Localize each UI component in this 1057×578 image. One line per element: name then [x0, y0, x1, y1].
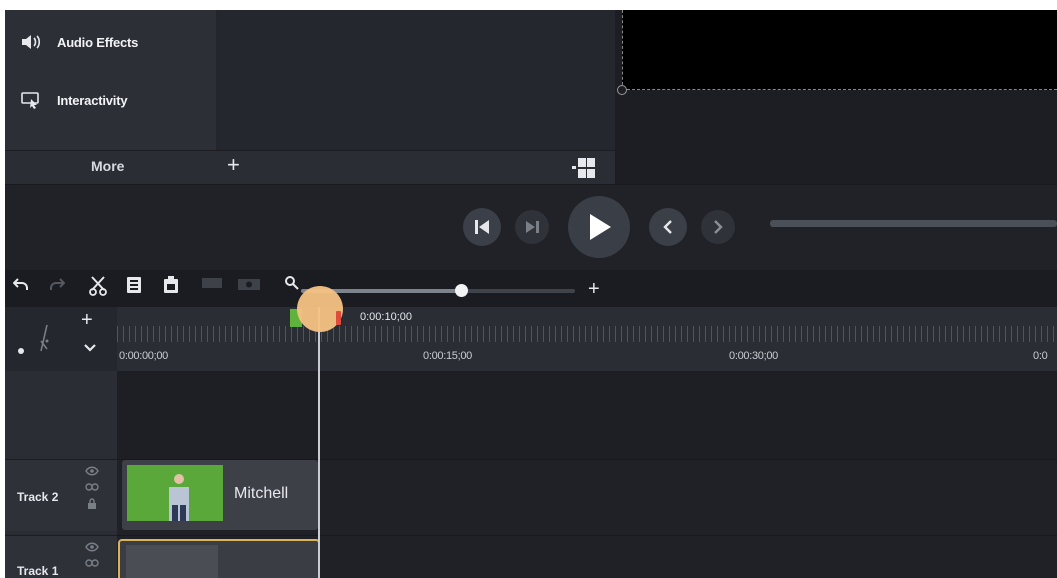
step-back-button[interactable]	[463, 208, 501, 246]
split-icon[interactable]	[201, 276, 223, 290]
more-button[interactable]: More	[91, 158, 124, 174]
eye-icon[interactable]	[85, 542, 99, 552]
track-name: Track 2	[17, 490, 59, 504]
camtasia-editor: Audio Effects Interactivity More + + + 0…	[5, 10, 1057, 578]
add-track-icon[interactable]: +	[81, 309, 93, 332]
track-name: Track 1	[17, 564, 59, 578]
track-header[interactable]: Track 1	[5, 535, 117, 578]
clip-thumbnail	[127, 465, 223, 521]
ruler-label: 0:00:30;00	[729, 350, 778, 362]
eye-icon[interactable]	[85, 466, 99, 476]
ruler-label: 0:0	[1033, 350, 1048, 362]
sidebar-item-label: Interactivity	[57, 92, 128, 108]
track-header[interactable]: Track 2	[5, 459, 117, 531]
speaker-icon	[5, 33, 57, 51]
previous-marker-button[interactable]	[649, 208, 687, 246]
ruler-label: 0:00:00;00	[119, 350, 168, 362]
zoom-in-icon[interactable]: +	[588, 278, 600, 301]
next-marker-button[interactable]	[701, 210, 735, 244]
playhead-handle[interactable]	[297, 286, 343, 332]
link-icon[interactable]	[85, 558, 99, 568]
link-icon[interactable]	[85, 482, 99, 492]
cut-icon[interactable]	[89, 276, 107, 296]
redo-icon[interactable]	[49, 276, 65, 292]
playhead-line	[318, 307, 320, 578]
step-forward-button[interactable]	[515, 210, 549, 244]
record-icon[interactable]	[237, 276, 261, 292]
selection-end-marker[interactable]	[336, 311, 341, 325]
canvas-preview[interactable]	[622, 10, 1057, 90]
lock-icon[interactable]	[86, 498, 98, 510]
tools-sidebar: Audio Effects Interactivity	[5, 10, 216, 150]
magnetic-track-icon[interactable]	[13, 321, 59, 357]
sidebar-item-label: Audio Effects	[57, 34, 139, 50]
chevron-down-icon[interactable]	[83, 343, 97, 353]
zoom-slider-knob[interactable]	[455, 284, 468, 297]
canvas-resize-handle[interactable]	[617, 85, 627, 95]
effects-panel	[220, 10, 615, 150]
media-clip-track1[interactable]	[118, 539, 320, 578]
clip-label: Mitchell	[234, 485, 289, 502]
playback-scrubber[interactable]	[770, 220, 1057, 227]
ruler-ticks	[117, 326, 1057, 342]
grid-view-icon[interactable]	[572, 157, 596, 184]
play-button[interactable]	[568, 196, 630, 258]
ruler-label: 0:00:15;00	[423, 350, 472, 362]
undo-icon[interactable]	[13, 276, 29, 292]
empty-track-area	[117, 371, 1057, 459]
add-icon[interactable]: +	[227, 152, 240, 178]
zoom-search-icon[interactable]	[285, 276, 299, 290]
interactivity-icon	[5, 91, 57, 109]
copy-icon[interactable]	[126, 276, 142, 294]
clip-thumbnail	[126, 545, 218, 578]
sidebar-item-audio-effects[interactable]: Audio Effects	[5, 22, 216, 62]
ruler-controls: +	[5, 307, 117, 371]
playhead-time: 0:00:10;00	[360, 311, 412, 323]
media-clip-mitchell[interactable]: Mitchell	[122, 460, 318, 530]
sidebar-item-interactivity[interactable]: Interactivity	[5, 80, 216, 120]
paste-icon[interactable]	[163, 276, 179, 294]
